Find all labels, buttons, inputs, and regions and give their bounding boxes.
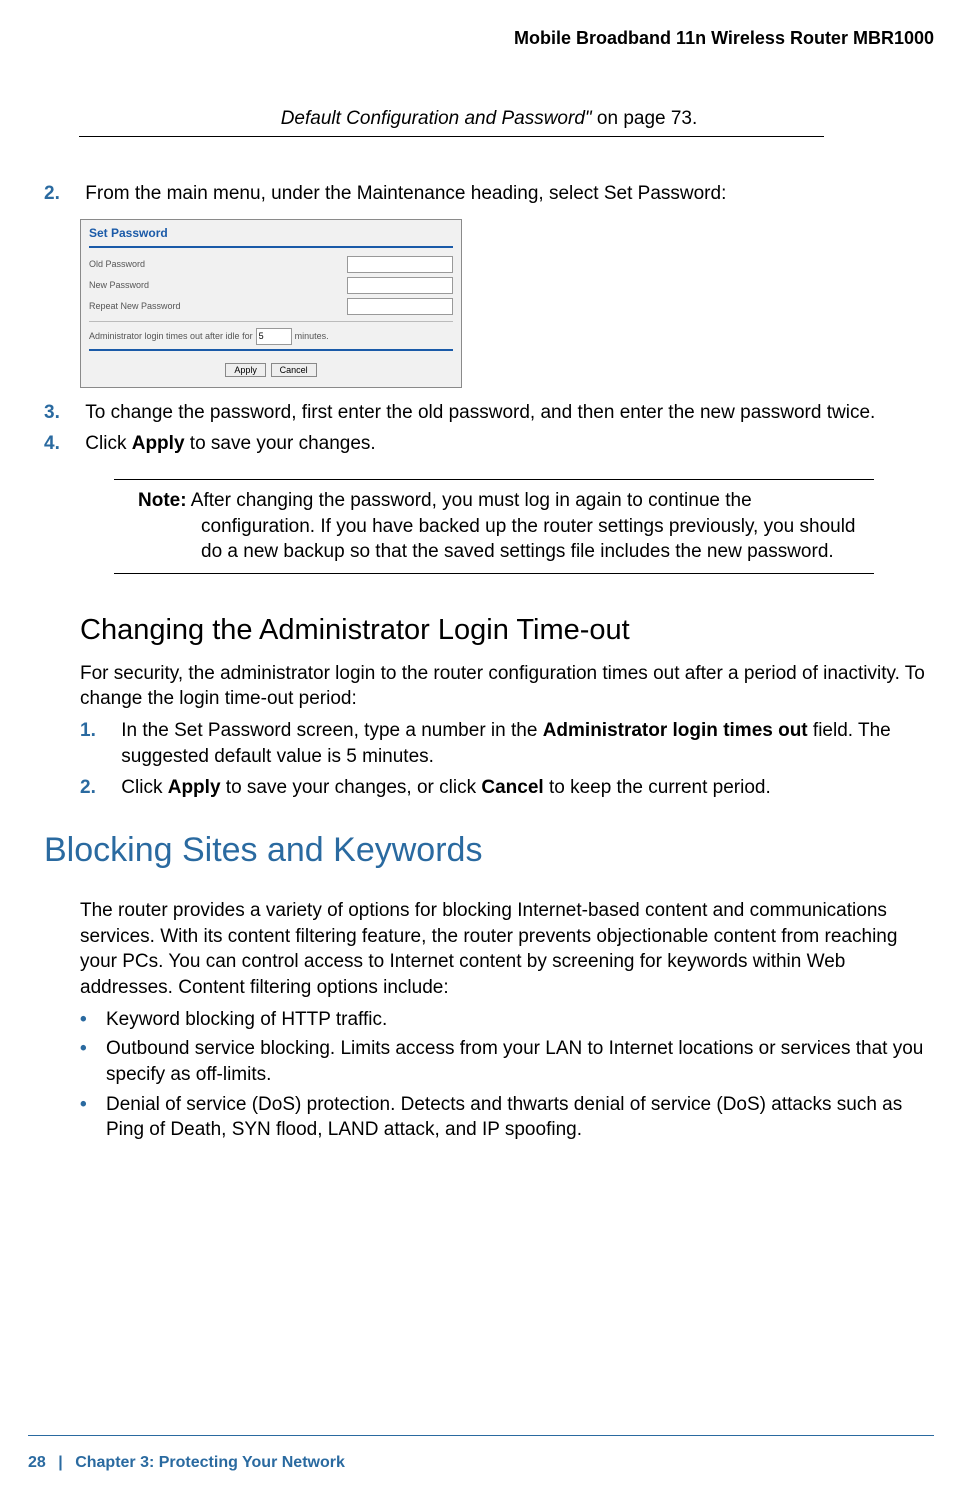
timeout-input[interactable] (256, 328, 292, 345)
note-rule-bottom (114, 573, 874, 574)
heading-blocking: Blocking Sites and Keywords (44, 831, 934, 870)
step-number: 2. (44, 181, 80, 207)
old-password-label: Old Password (89, 259, 347, 269)
step-text: Click Apply to save your changes, or cli… (121, 775, 925, 801)
page-footer: 28 | Chapter 3: Protecting Your Network (28, 1454, 345, 1472)
repeat-password-label: Repeat New Password (89, 301, 347, 311)
repeat-password-input[interactable] (347, 298, 453, 315)
step-text-mid: to save your changes, or click (221, 777, 482, 798)
step-2: 2. From the main menu, under the Mainten… (44, 181, 934, 207)
chapter-title: Chapter 3: Protecting Your Network (75, 1454, 345, 1471)
footer-rule (28, 1435, 934, 1436)
bullet-dot: • (80, 1092, 106, 1143)
cancel-button[interactable]: Cancel (271, 363, 317, 377)
bullet-text: Denial of service (DoS) protection. Dete… (106, 1092, 934, 1143)
bullet-item: • Keyword blocking of HTTP traffic. (80, 1007, 934, 1033)
timeout-step-1: 1. In the Set Password screen, type a nu… (80, 718, 934, 769)
apply-button[interactable]: Apply (225, 363, 266, 377)
step-number: 2. (80, 775, 116, 801)
bullet-item: • Outbound service blocking. Limits acce… (80, 1036, 934, 1087)
step-text: To change the password, first enter the … (85, 400, 925, 426)
timeout-suffix: minutes. (295, 331, 329, 341)
cross-reference-rest: on page 73. (592, 108, 698, 129)
step-text: Click Apply to save your changes. (85, 431, 925, 457)
step-text-post: to keep the current period. (544, 777, 771, 798)
footer-separator: | (58, 1454, 62, 1471)
step-text-pre: Click (85, 433, 131, 454)
bullet-text: Keyword blocking of HTTP traffic. (106, 1007, 934, 1033)
timeout-intro: For security, the administrator login to… (80, 661, 934, 712)
step-4: 4. Click Apply to save your changes. (44, 431, 934, 457)
set-password-screenshot: Set Password Old Password New Password R… (80, 219, 462, 388)
old-password-input[interactable] (347, 256, 453, 273)
timeout-prefix: Administrator login times out after idle… (89, 331, 253, 341)
heading-timeout: Changing the Administrator Login Time-ou… (80, 614, 934, 647)
reference-rule (79, 136, 824, 137)
timeout-step-2: 2. Click Apply to save your changes, or … (80, 775, 934, 801)
note-first-line: After changing the password, you must lo… (191, 490, 752, 511)
repeat-password-row: Repeat New Password (81, 296, 461, 317)
screenshot-divider-grey (89, 321, 453, 322)
step-text: In the Set Password screen, type a numbe… (121, 718, 925, 769)
note-label: Note: (138, 490, 187, 511)
step-text-bold: Apply (168, 777, 221, 798)
note-block: Note: After changing the password, you m… (114, 479, 874, 574)
cross-reference-italic: Default Configuration and Password" (281, 108, 592, 129)
old-password-row: Old Password (81, 254, 461, 275)
step-3: 3. To change the password, first enter t… (44, 400, 934, 426)
step-number: 1. (80, 718, 116, 744)
new-password-input[interactable] (347, 277, 453, 294)
screenshot-title: Set Password (81, 220, 461, 244)
step-text-pre: In the Set Password screen, type a numbe… (121, 720, 542, 741)
note-rule-top (114, 479, 874, 480)
bullet-text: Outbound service blocking. Limits access… (106, 1036, 934, 1087)
step-text: From the main menu, under the Maintenanc… (85, 181, 925, 207)
step-text-bold: Apply (132, 433, 185, 454)
cross-reference: Default Configuration and Password" on p… (94, 108, 884, 130)
timeout-row: Administrator login times out after idle… (81, 326, 461, 347)
bullet-dot: • (80, 1007, 106, 1033)
step-text-bold2: Cancel (481, 777, 543, 798)
new-password-row: New Password (81, 275, 461, 296)
step-number: 4. (44, 431, 80, 457)
bullet-dot: • (80, 1036, 106, 1087)
page-header: Mobile Broadband 11n Wireless Router MBR… (514, 28, 934, 49)
screenshot-divider (89, 246, 453, 248)
step-text-pre: Click (121, 777, 167, 798)
new-password-label: New Password (89, 280, 347, 290)
step-text-bold: Administrator login times out (543, 720, 808, 741)
bullet-item: • Denial of service (DoS) protection. De… (80, 1092, 934, 1143)
note-body: configuration. If you have backed up the… (201, 514, 864, 565)
step-number: 3. (44, 400, 80, 426)
step-text-post: to save your changes. (185, 433, 376, 454)
page-number: 28 (28, 1454, 46, 1471)
screenshot-divider-bottom (89, 349, 453, 351)
blocking-intro: The router provides a variety of options… (80, 898, 934, 1001)
